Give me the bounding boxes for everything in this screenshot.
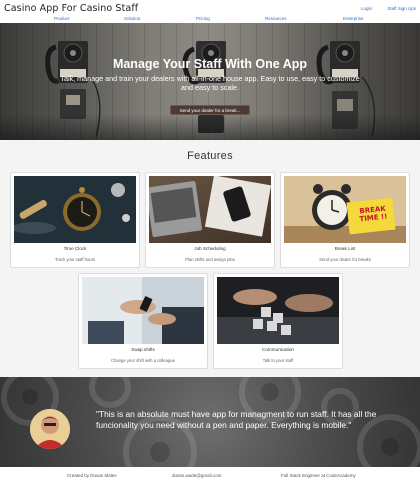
- footer: Created by Dusan Males dusan.wade@gmail.…: [0, 467, 420, 483]
- feature-card-communication[interactable]: Communication Talk to your staff: [213, 273, 343, 369]
- footer-role: Full Stack Engineer at CodeAcademy: [281, 473, 356, 478]
- feature-title: Communication: [262, 347, 294, 352]
- features-heading: Features: [187, 150, 233, 162]
- laptop-phone-icon: [149, 176, 271, 243]
- testimonial-section: "This is an absolute must have app for m…: [0, 377, 420, 467]
- alarm-clock-icon: BREAK TIME !!: [284, 176, 406, 243]
- feature-card-job-scheduling[interactable]: Job Scheduling Plan shifts and assign jo…: [145, 172, 275, 268]
- feature-desc: Plan shifts and assign jobs: [185, 257, 235, 262]
- avatar: [30, 409, 70, 449]
- hero-subtitle: Talk, manage and train your dealers with…: [60, 74, 360, 92]
- feature-desc: Send your dealer for breaks: [319, 257, 371, 262]
- staff-signup-link[interactable]: Staff Sign Ups: [387, 6, 416, 11]
- chat-hands-icon: [217, 277, 339, 344]
- feature-card-time-clock[interactable]: Time Clock Track your staff hours: [10, 172, 140, 268]
- nav-link-resources[interactable]: Resources: [265, 16, 287, 21]
- nav-link-enterprise[interactable]: Enterprise: [343, 16, 364, 21]
- login-link[interactable]: Login: [361, 6, 372, 11]
- nav-link-pricing[interactable]: Pricing: [196, 16, 210, 21]
- feature-desc: Change your shift with a colleague: [110, 358, 175, 363]
- brand-title[interactable]: Casino App For Casino Staff: [4, 3, 138, 14]
- hero-title: Manage Your Staff With One App: [112, 57, 308, 71]
- feature-card-swap-shifts[interactable]: Swap shifts Change your shift with a col…: [78, 273, 208, 369]
- nav-auth-links: Login Staff Sign Ups: [347, 6, 416, 11]
- feature-desc: Track your staff hours: [54, 257, 96, 262]
- top-navbar: Casino App For Casino Staff Login Staff …: [0, 0, 420, 23]
- nav-link-product[interactable]: Product: [54, 16, 70, 21]
- feature-desc: Talk to your staff: [262, 358, 294, 363]
- hero-section: Manage Your Staff With One App Talk, man…: [0, 23, 420, 140]
- nav-link-solution[interactable]: Solution: [124, 16, 140, 21]
- footer-created-by: Created by Dusan Males: [67, 473, 117, 478]
- send-dealer-break-button[interactable]: Send your dealer for a break...: [170, 105, 250, 115]
- handshake-phone-icon: [82, 277, 204, 344]
- feature-title: Swap shifts: [131, 347, 155, 352]
- footer-email[interactable]: dusan.wade@gmail.com: [172, 473, 221, 478]
- testimonial-quote: "This is an absolute must have app for m…: [96, 409, 377, 430]
- feature-title: Break List: [334, 246, 356, 251]
- hero-floor-shadow: [0, 114, 420, 140]
- feature-card-break-list[interactable]: BREAK TIME !! Break List Send your deale…: [280, 172, 410, 268]
- feature-title: Job Scheduling: [194, 246, 226, 251]
- pocket-watch-icon: [14, 176, 136, 243]
- feature-title: Time Clock: [63, 246, 87, 251]
